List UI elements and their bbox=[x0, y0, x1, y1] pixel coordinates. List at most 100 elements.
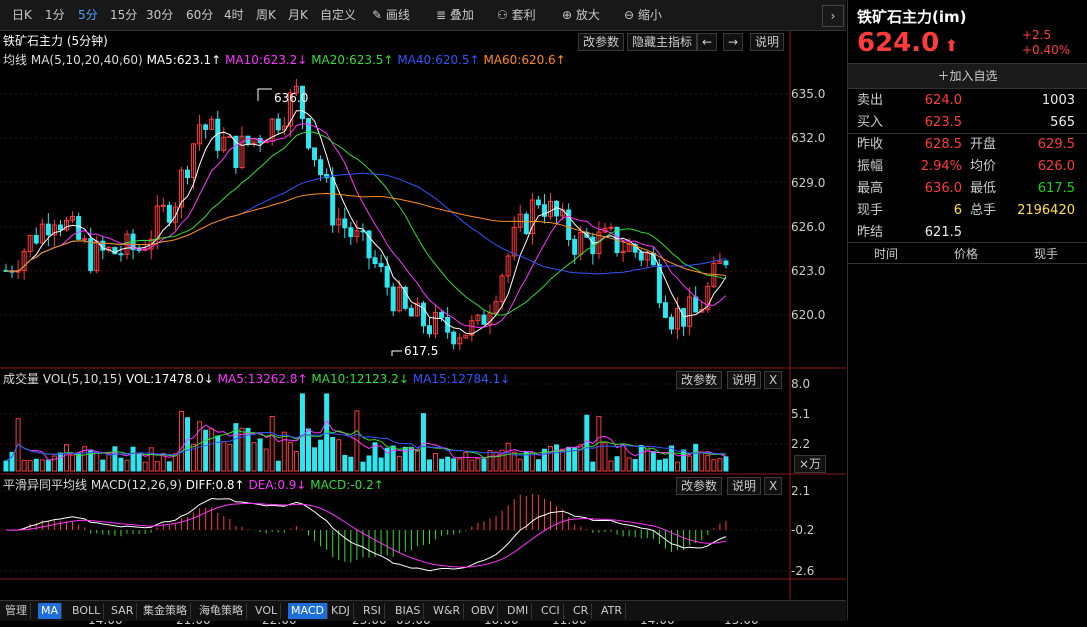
ma-label: 均线 bbox=[3, 53, 28, 67]
tool-label: 放大 bbox=[575, 8, 600, 22]
ma-line bbox=[5, 110, 727, 335]
period-8[interactable]: 月K bbox=[288, 7, 308, 23]
vol-edit-params-button[interactable]: 改参数 bbox=[676, 371, 723, 389]
indicator-tab-macd[interactable]: MACD bbox=[288, 603, 328, 619]
macd-help-button[interactable]: 说明 bbox=[727, 477, 762, 495]
indicator-tab-dmi[interactable]: DMI bbox=[504, 603, 533, 619]
indicator-tab-管理[interactable]: 管理 bbox=[2, 603, 31, 619]
volume-bar bbox=[396, 455, 402, 472]
indicator-tab-boll[interactable]: BOLL bbox=[69, 603, 105, 619]
period-0[interactable]: 日K bbox=[12, 7, 32, 23]
period-3[interactable]: 15分 bbox=[110, 7, 137, 23]
zoom-out-button[interactable]: ⊖ 缩小 bbox=[624, 7, 662, 23]
volume-bar bbox=[638, 444, 644, 472]
indicator-tab-kdj[interactable]: KDJ bbox=[328, 603, 354, 619]
arrow-right-button[interactable]: → bbox=[723, 33, 744, 51]
ma40-value: MA40:620.5↑ bbox=[397, 53, 480, 67]
indicator-tab-sar[interactable]: SAR bbox=[108, 603, 138, 619]
volume-bar bbox=[614, 456, 620, 472]
macd-title: 平滑异同平均线 MACD(12,26,9) bbox=[3, 478, 182, 492]
candle-body bbox=[378, 263, 384, 267]
ma-line bbox=[5, 123, 727, 328]
kline-chart-canvas[interactable] bbox=[0, 31, 846, 599]
indicator-tab-cci[interactable]: CCI bbox=[538, 603, 564, 619]
arrow-left-button[interactable]: ← bbox=[697, 33, 718, 51]
indicator-tab-w&r[interactable]: W&R bbox=[430, 603, 465, 619]
indicator-tab-obv[interactable]: OBV bbox=[468, 603, 499, 619]
candle-body bbox=[638, 251, 644, 261]
vol-axis-tick: 2.2 bbox=[791, 437, 811, 451]
quote-label: 卖出 bbox=[857, 93, 884, 108]
quote-value: 617.5 bbox=[1037, 181, 1075, 196]
chart-area[interactable]: 铁矿石主力 (5分钟) 改参数 隐藏主指标 ← → 说明 均线 MA(5,10,20,4… bbox=[0, 31, 846, 627]
volume-bar bbox=[451, 458, 457, 472]
tool-label: 画线 bbox=[385, 8, 410, 22]
add-watchlist-button[interactable]: ＋加入自选 bbox=[848, 63, 1087, 89]
volume-bar bbox=[275, 460, 281, 472]
volume-bar bbox=[45, 459, 51, 472]
macd-edit-params-button[interactable]: 改参数 bbox=[676, 477, 723, 495]
period-9[interactable]: 自定义 bbox=[320, 7, 356, 23]
zoom-in-button[interactable]: ⊕ 放大 bbox=[562, 7, 600, 23]
vol-value: VOL:17478.0↓ bbox=[125, 372, 214, 386]
volume-bar bbox=[675, 461, 681, 472]
candle-body bbox=[535, 199, 541, 206]
quote-value: 636.0 bbox=[924, 181, 962, 196]
help-button[interactable]: 说明 bbox=[750, 33, 785, 51]
moneybag-icon: ⚇ bbox=[497, 8, 512, 22]
volume-bar bbox=[148, 447, 154, 472]
indicator-tab-cr[interactable]: CR bbox=[570, 603, 593, 619]
candle-body bbox=[408, 307, 414, 317]
quote-value: 6 bbox=[953, 203, 962, 218]
price-axis-tick: 626.0 bbox=[791, 220, 826, 234]
vol-close-button[interactable]: X bbox=[764, 371, 783, 389]
candle-body bbox=[88, 238, 94, 272]
macd-close-button[interactable]: X bbox=[764, 477, 783, 495]
tick-header: 时间 价格 现手 bbox=[848, 242, 1087, 264]
low-marker bbox=[391, 350, 402, 356]
volume-bar bbox=[106, 453, 112, 472]
overlay-button[interactable]: ≣ 叠加 bbox=[436, 7, 474, 23]
period-4[interactable]: 30分 bbox=[146, 7, 173, 23]
indicator-tab-bias[interactable]: BIAS bbox=[392, 603, 425, 619]
candle-body bbox=[203, 124, 209, 130]
vol-ma5: MA5:13262.8↑ bbox=[217, 372, 308, 386]
volume-bar bbox=[669, 445, 674, 472]
quote-label: 总手 bbox=[970, 203, 997, 218]
volume-bar bbox=[632, 459, 638, 472]
vol-help-button[interactable]: 说明 bbox=[727, 371, 762, 389]
indicator-tab-集金策略[interactable]: 集金策略 bbox=[140, 603, 191, 619]
hide-main-indicator-button[interactable]: 隐藏主指标 bbox=[627, 33, 698, 51]
draw-line-button[interactable]: ✎ 画线 bbox=[372, 7, 410, 23]
stack-icon: ≣ bbox=[436, 8, 450, 22]
volume-bar bbox=[299, 393, 305, 472]
period-6[interactable]: 4时 bbox=[224, 7, 244, 23]
volume-bar bbox=[124, 459, 130, 472]
collapse-chevron-icon[interactable]: › bbox=[822, 5, 844, 27]
volume-bar bbox=[590, 461, 596, 472]
candle-body bbox=[342, 218, 348, 229]
period-2[interactable]: 5分 bbox=[78, 7, 98, 23]
indicator-tab-海龟策略[interactable]: 海龟策略 bbox=[196, 603, 247, 619]
edit-params-button[interactable]: 改参数 bbox=[578, 33, 625, 51]
candle-body bbox=[608, 226, 614, 229]
volume-bar bbox=[94, 452, 100, 472]
up-arrow-icon: ⬆ bbox=[939, 36, 959, 55]
arbitrage-button[interactable]: ⚇ 套利 bbox=[497, 7, 536, 23]
candle-body bbox=[33, 234, 39, 244]
volume-bar bbox=[203, 429, 209, 472]
volume-bar bbox=[439, 458, 445, 472]
low-price-label: 617.5 bbox=[404, 344, 439, 358]
macd-dea-line bbox=[6, 503, 726, 568]
period-1[interactable]: 1分 bbox=[45, 7, 65, 23]
indicator-tab-atr[interactable]: ATR bbox=[598, 603, 627, 619]
quote-value: 2196420 bbox=[1017, 203, 1075, 218]
indicator-tab-ma[interactable]: MA bbox=[38, 603, 63, 619]
volume-bar bbox=[70, 454, 76, 472]
period-7[interactable]: 周K bbox=[256, 7, 276, 23]
period-5[interactable]: 60分 bbox=[186, 7, 213, 23]
volume-bar bbox=[517, 458, 523, 472]
indicator-tab-vol[interactable]: VOL bbox=[252, 603, 282, 619]
vol-axis-tick: 5.1 bbox=[791, 407, 811, 421]
indicator-tab-rsi[interactable]: RSI bbox=[360, 603, 385, 619]
